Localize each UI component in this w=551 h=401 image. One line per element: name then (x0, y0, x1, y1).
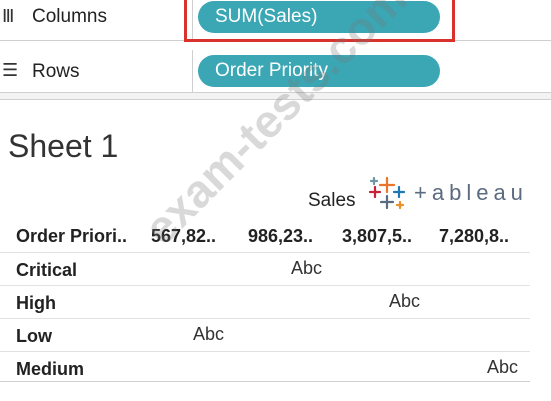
tableau-logo-icon (368, 176, 406, 210)
row-dimension-header[interactable]: Order Priori.. (16, 226, 127, 247)
text-mark[interactable]: Abc (193, 324, 224, 345)
column-header[interactable]: 3,807,5.. (342, 226, 412, 247)
table-row: Critical Abc (0, 252, 530, 285)
columns-shelf-label-area: Ⅲ Columns (0, 0, 193, 40)
columns-icon: Ⅲ (2, 6, 15, 26)
row-label-high[interactable]: High (16, 293, 56, 314)
text-mark[interactable]: Abc (389, 291, 420, 312)
tableau-logo: +ableau (368, 176, 528, 210)
rows-shelf-label: Rows (32, 61, 80, 82)
sales-axis-title[interactable]: Sales (308, 190, 356, 212)
shelf-divider (0, 92, 551, 100)
table-row: Low Abc (0, 318, 530, 351)
sheet-title: Sheet 1 (8, 128, 119, 164)
table-bottom-border (0, 381, 530, 382)
header-row: Order Priori.. 567,82.. 986,23.. 3,807,5… (0, 222, 551, 252)
columns-shelf: Ⅲ Columns SUM(Sales) (0, 0, 551, 42)
table-row: Medium Abc (0, 351, 530, 384)
column-header[interactable]: 986,23.. (248, 226, 313, 247)
rows-shelf: ☰ Rows Order Priority (0, 50, 551, 93)
rows-icon: ☰ (2, 60, 19, 80)
text-mark[interactable]: Abc (291, 258, 322, 279)
row-label-critical[interactable]: Critical (16, 260, 77, 281)
row-label-medium[interactable]: Medium (16, 359, 84, 380)
tableau-logo-text: +ableau (414, 180, 528, 205)
row-label-low[interactable]: Low (16, 326, 52, 347)
columns-shelf-label: Columns (32, 6, 107, 27)
order-priority-pill[interactable]: Order Priority (198, 55, 440, 87)
column-header[interactable]: 567,82.. (151, 226, 216, 247)
text-mark[interactable]: Abc (487, 357, 518, 378)
column-header[interactable]: 7,280,8.. (439, 226, 509, 247)
rows-shelf-label-area: ☰ Rows (0, 50, 193, 92)
highlight-box (184, 0, 455, 42)
table-row: High Abc (0, 285, 530, 318)
